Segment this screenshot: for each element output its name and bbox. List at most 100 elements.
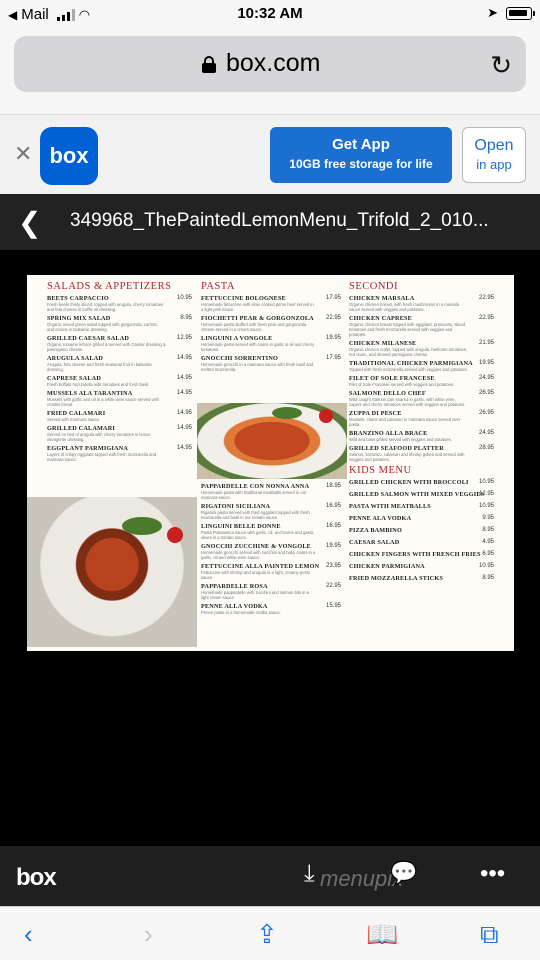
- menu-item: FETTUCCINE BOLOGNESE 17.95 Homemade fettuc…: [201, 295, 341, 312]
- menu-item-description: Topped with fresh mozzarella served with…: [349, 367, 468, 372]
- box-app-logo: box: [40, 127, 98, 185]
- menu-item: EGGPLANT PARMIGIANA 14.95 Layers of crispy…: [47, 445, 192, 462]
- menu-item-name: LINGUINI BELLE DONNE: [201, 523, 281, 530]
- status-time: 10:32 AM: [237, 5, 303, 22]
- menu-item-price: 16.95: [325, 523, 341, 529]
- address-bar[interactable]: box.com ↻: [14, 36, 526, 92]
- back-chevron-icon[interactable]: ❮: [18, 206, 41, 239]
- file-name: 349968_ThePaintedLemonMenu_Trifold_2_010…: [70, 210, 489, 231]
- menu-item-description: Wild caught Salmon pan seared in garlic,…: [349, 397, 466, 407]
- tomato-garnish: [167, 527, 183, 543]
- menu-item: ZUPPA DI PESCE 26.95 Mussels, clams and ca…: [349, 410, 494, 427]
- basil-garnish: [272, 407, 302, 419]
- menu-item-price: 19.95: [478, 360, 494, 366]
- menu-item-price: 24.95: [478, 375, 494, 381]
- menu-item-price: 9.95: [482, 515, 494, 521]
- menu-item: GRILLED CAESAR SALAD 12.95 Organic romaine…: [47, 335, 192, 352]
- forward-icon[interactable]: ›: [144, 919, 153, 950]
- menu-item-price: 17.95: [325, 295, 341, 301]
- menu-item-price: 17.95: [325, 355, 341, 361]
- menu-item: CAESAR SALAD 4.95: [349, 539, 494, 546]
- menu-item-name: PASTA WITH MEATBALLS: [349, 503, 431, 510]
- menu-item-name: SPRING MIX SALAD: [47, 315, 111, 322]
- menu-item-name: RIGATONI SICILIANA: [201, 503, 271, 510]
- menu-item: RIGATONI SICILIANA 16.95 Rigatoni pasta se…: [201, 503, 341, 520]
- browser-toolbar: ‹ › ⇪ 📖 ⧉: [0, 906, 540, 960]
- menu-item-name: FETTUCCINE ALLA PAINTED LEMON: [201, 563, 320, 570]
- menu-item-name: ZUPPA DI PESCE: [349, 410, 402, 417]
- menu-item-name: GRILLED SEAFOOD PLATTER: [349, 445, 444, 452]
- menu-column-pasta-continued: PAPPARDELLE CON NONNA ANNA 18.95 Homemade …: [201, 483, 341, 618]
- menu-item: FRIED MOZZARELLA STICKS 8.95: [349, 575, 494, 582]
- open-subtitle: in app: [476, 157, 512, 172]
- menu-item-description: Layers of crispy eggplant topped with fr…: [47, 452, 157, 462]
- menu-item-price: 22.95: [325, 315, 341, 321]
- menu-item: FRIED CALAMARI 14.95 Served with marinara …: [47, 410, 192, 422]
- menu-item-price: 16.95: [325, 503, 341, 509]
- menu-item-price: 26.95: [478, 410, 494, 416]
- menu-item-name: BEETS CARPACCIO: [47, 295, 109, 302]
- menu-item: CAPRESE SALAD 14.95 Fresh buffalo mozzarel…: [47, 375, 192, 387]
- menu-item: PASTA WITH MEATBALLS 10.95: [349, 503, 494, 510]
- menu-item: PIZZA BAMBINO 8.95: [349, 527, 494, 534]
- menu-item-price: 12.95: [176, 335, 192, 341]
- menu-item: SALMONE DELLO CHEF 26.95 Wild caught Salmo…: [349, 390, 494, 407]
- menu-item-price: 12.95: [478, 491, 494, 497]
- menu-item-description: Mussels with garlic and oil in a white w…: [47, 397, 159, 407]
- menu-item: CHICKEN PARMIGIANA 10.95: [349, 563, 494, 570]
- menu-item-description: Organic mixed green salad topped with go…: [47, 322, 158, 332]
- menu-item: PENNE ALA VODKA 9.95: [349, 515, 494, 522]
- menu-item-name: LINGUINI A VONGOLE: [201, 335, 273, 342]
- menu-item-description: Mussels, clams and calamari in marinara …: [349, 417, 461, 427]
- menu-item-name: GNOCCHI ZUCCHINE & VONGOLE: [201, 543, 311, 550]
- section-title: PASTA: [201, 281, 235, 292]
- menu-item-price: 18.95: [325, 483, 341, 489]
- download-icon[interactable]: ⤓: [304, 860, 315, 888]
- menu-item-description: Salmon, branzino, calamari and shrimp gr…: [349, 452, 465, 462]
- menu-item: LINGUINI A VONGOLE 19.95 Homemade pasta se…: [201, 335, 341, 352]
- menu-item-name: CHICKEN MARSALA: [349, 295, 415, 302]
- menu-item-description: Penne pasta in a homemade Vodka sauce.: [201, 610, 281, 615]
- menu-item-name: CAPRESE SALAD: [47, 375, 102, 382]
- menu-item-name: GRILLED CAESAR SALAD: [47, 335, 130, 342]
- menu-item-description: Homemade pasta with traditional meatball…: [201, 490, 307, 500]
- menu-item: CHICKEN MILANESE 21.95 Organic chicken cut…: [349, 340, 494, 357]
- menu-item-description: Served on bed of arugula with cherry tom…: [47, 432, 151, 442]
- menu-item-description: Arugula, feta cheese and fresh seasonal …: [47, 362, 153, 372]
- menu-item-price: 4.95: [482, 539, 494, 545]
- reload-icon[interactable]: ↻: [490, 50, 512, 81]
- menu-item-description: Homemade pasta stuffed with fresh pear a…: [201, 322, 307, 332]
- menu-item-name: GRILLED CHICKEN WITH BROCCOLI: [349, 479, 469, 486]
- back-icon[interactable]: ‹: [24, 919, 33, 950]
- menu-item: FIOCHETTI PEAR & GORGONZOLA 22.95 Homemade…: [201, 315, 341, 332]
- get-app-title: Get App: [332, 136, 390, 153]
- menu-item-price: 22.95: [325, 583, 341, 589]
- menu-item-price: 26.95: [478, 390, 494, 396]
- get-app-button[interactable]: Get App 10GB free storage for life: [270, 127, 452, 183]
- app-install-banner: ✕ box Get App 10GB free storage for life…: [0, 114, 540, 194]
- more-options-icon[interactable]: •••: [480, 860, 505, 888]
- comment-icon[interactable]: 💬: [390, 860, 417, 886]
- menu-item-price: 10.95: [478, 503, 494, 509]
- tomato-garnish: [319, 409, 333, 423]
- bookmarks-icon[interactable]: 📖: [366, 919, 398, 950]
- menu-item: GNOCCHI SORRENTINO 17.95 Homemade gnocchi …: [201, 355, 341, 372]
- file-preview[interactable]: SALADS & APPETIZERS BEETS CARPACCIO 10.95…: [0, 250, 540, 846]
- menu-item-name: PENNE ALA VODKA: [349, 515, 412, 522]
- tabs-icon[interactable]: ⧉: [480, 919, 499, 951]
- menu-item-price: 6.95: [482, 551, 494, 557]
- menu-item-description: Homemade gnocchi served with zucchini an…: [201, 550, 316, 560]
- menu-item: ARUGULA SALAD 14.95 Arugula, feta cheese a…: [47, 355, 192, 372]
- open-in-app-button[interactable]: Open in app: [462, 127, 526, 183]
- menu-item-name: GRILLED CALAMARI: [47, 425, 116, 432]
- menu-item-price: 28.95: [478, 445, 494, 451]
- address-domain[interactable]: box.com: [226, 49, 320, 78]
- menu-document: SALADS & APPETIZERS BEETS CARPACCIO 10.95…: [27, 275, 514, 651]
- close-icon[interactable]: ✕: [14, 141, 32, 167]
- open-title: Open: [474, 137, 514, 154]
- status-bar: ◀ Mail ◠ 10:32 AM ➤: [0, 0, 540, 28]
- share-icon[interactable]: ⇪: [256, 919, 278, 950]
- basil-garnish: [122, 517, 162, 535]
- menu-item-name: FRIED CALAMARI: [47, 410, 106, 417]
- lock-icon: [202, 56, 216, 73]
